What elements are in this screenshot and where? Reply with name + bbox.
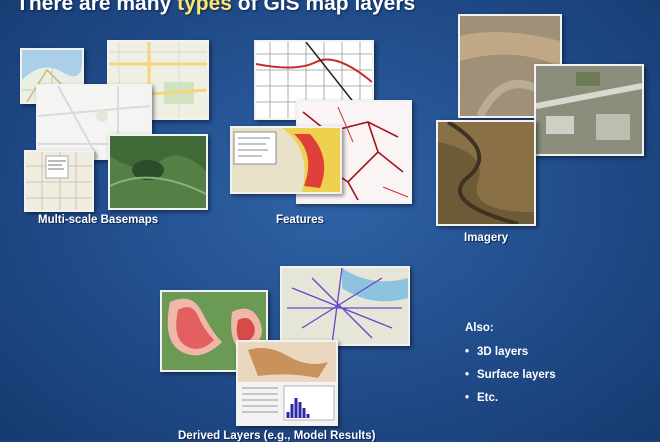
title-highlight: types (177, 0, 232, 15)
imagery-thumb-canyon (436, 120, 536, 226)
title-suffix: of GIS map layers (231, 0, 416, 15)
also-heading: Also: (465, 322, 494, 334)
derived-thumb-network (280, 266, 410, 346)
bullet: • (465, 346, 470, 358)
list-item: • Etc. (465, 392, 499, 404)
title-prefix: There are many (16, 0, 178, 15)
list-item: • Surface layers (465, 369, 556, 381)
slide-title: There are many types of GIS map layers (16, 0, 415, 16)
imagery-thumb-urban (534, 64, 644, 156)
basemaps-caption: Multi-scale Basemaps (38, 214, 159, 226)
imagery-caption: Imagery (464, 232, 509, 244)
bullet: • (465, 369, 470, 381)
basemap-thumb-shaded (108, 134, 208, 210)
basemap-thumb-parcels (24, 150, 94, 212)
derived-thumb-analysis (236, 340, 338, 426)
features-caption: Features (276, 214, 324, 226)
also-list: Also: • 3D layers • Surface layers • Etc. (465, 322, 556, 415)
list-item: • 3D layers (465, 346, 529, 358)
derived-caption: Derived Layers (e.g., Model Results) (178, 430, 376, 442)
features-thumb-flood (230, 126, 342, 194)
also-items: • 3D layers • Surface layers • Etc. (465, 346, 556, 404)
bullet: • (465, 392, 470, 404)
